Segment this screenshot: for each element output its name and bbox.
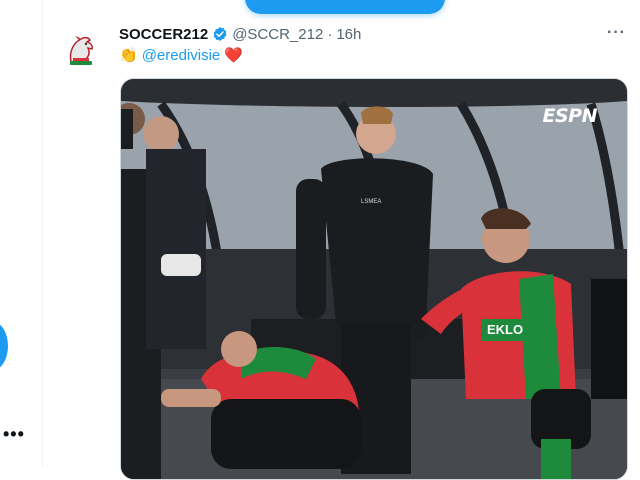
user-handle[interactable]: @SCCR_212 [232,26,323,43]
jersey-sponsor-label: EKLO [487,322,523,337]
kit-brand-label: LSMEA [361,199,381,205]
more-dots-icon[interactable]: ••• [3,424,25,445]
avatar[interactable] [59,28,103,72]
separator: · [327,25,333,43]
video-frame: LSMEA EKLO [121,79,627,479]
mention-link[interactable]: @eredivisie [142,47,221,64]
tweet-text: 👏 @eredivisie ❤️ [119,46,243,65]
new-posts-pill[interactable] [245,0,445,14]
clap-emoji: 👏 [119,47,138,64]
display-name[interactable]: SOCCER212 [119,26,208,43]
verified-badge-icon [213,27,227,41]
timestamp[interactable]: 16h [336,26,361,43]
post-button[interactable] [0,322,8,370]
left-nav-rail: ••• [0,0,43,467]
tweet-media[interactable]: LSMEA EKLO ESPN [120,78,628,480]
more-horizontal-icon[interactable]: ··· [607,24,626,42]
tweet-header: SOCCER212 @SCCR_212 · 16h [119,24,361,44]
heart-emoji: ❤️ [224,47,243,64]
espn-watermark: ESPN [542,105,598,127]
horse-logo-icon [59,28,103,72]
